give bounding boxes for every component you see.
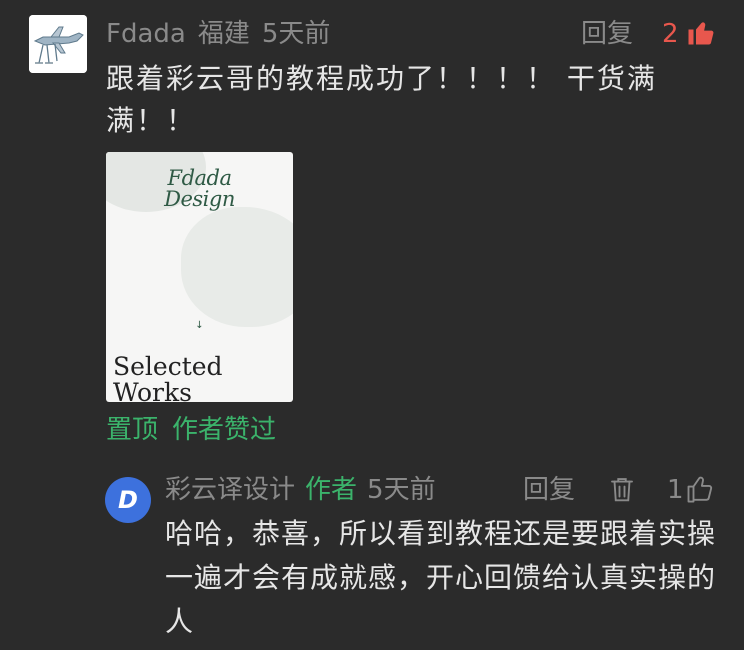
reply-time: 5天前 xyxy=(367,475,436,505)
comment-meta: Fdada 福建 5天前 xyxy=(106,14,342,54)
user-name[interactable]: Fdada xyxy=(106,19,186,49)
airplane-avatar-icon xyxy=(29,15,87,73)
reply-meta: 彩云译设计 作者 5天前 xyxy=(165,470,436,510)
reply-avatar[interactable]: D xyxy=(105,477,151,523)
brand-line: Design xyxy=(164,187,235,211)
user-location: 福建 xyxy=(197,19,250,49)
reply-reply-button[interactable]: 回复 xyxy=(523,470,575,510)
attachment-title: Selected Works xyxy=(113,352,223,403)
trash-icon[interactable] xyxy=(607,474,637,504)
decorative-shape xyxy=(181,207,293,327)
comment-thread: Fdada 福建 5天前 回复 2 跟着彩云哥的教程成功了！！！！ 干货满满！！ F… xyxy=(0,0,744,650)
reply-like-count: 1 xyxy=(667,475,684,505)
thumbs-up-filled-icon[interactable] xyxy=(686,17,716,47)
attachment-image[interactable]: Fdada Design ↓ Selected Works xyxy=(106,152,293,402)
brand-line: Fdada xyxy=(167,166,233,190)
comment-badges: 置顶 作者赞过 xyxy=(106,412,290,448)
avatar[interactable] xyxy=(29,15,87,73)
arrow-down-icon: ↓ xyxy=(195,320,204,331)
reply-text: 哈哈，恭喜，所以看到教程还是要跟着实操一遍才会有成就感，开心回馈给认真实操的人 xyxy=(165,517,717,638)
author-liked-badge: 作者赞过 xyxy=(172,415,277,445)
thumbs-up-outline-icon[interactable] xyxy=(686,474,716,504)
reply-user-name[interactable]: 彩云译设计 xyxy=(165,475,295,505)
attachment-brand: Fdada Design xyxy=(106,168,293,210)
comment-time: 5天前 xyxy=(261,19,331,49)
like-count: 2 xyxy=(662,19,679,49)
pinned-badge: 置顶 xyxy=(106,415,159,445)
comment-text: 跟着彩云哥的教程成功了！！！！ 干货满满！！ xyxy=(106,62,657,137)
title-line: Selected xyxy=(113,352,223,381)
title-line: Works xyxy=(113,378,192,403)
author-tag: 作者 xyxy=(305,475,358,505)
reply-button[interactable]: 回复 xyxy=(581,14,633,54)
